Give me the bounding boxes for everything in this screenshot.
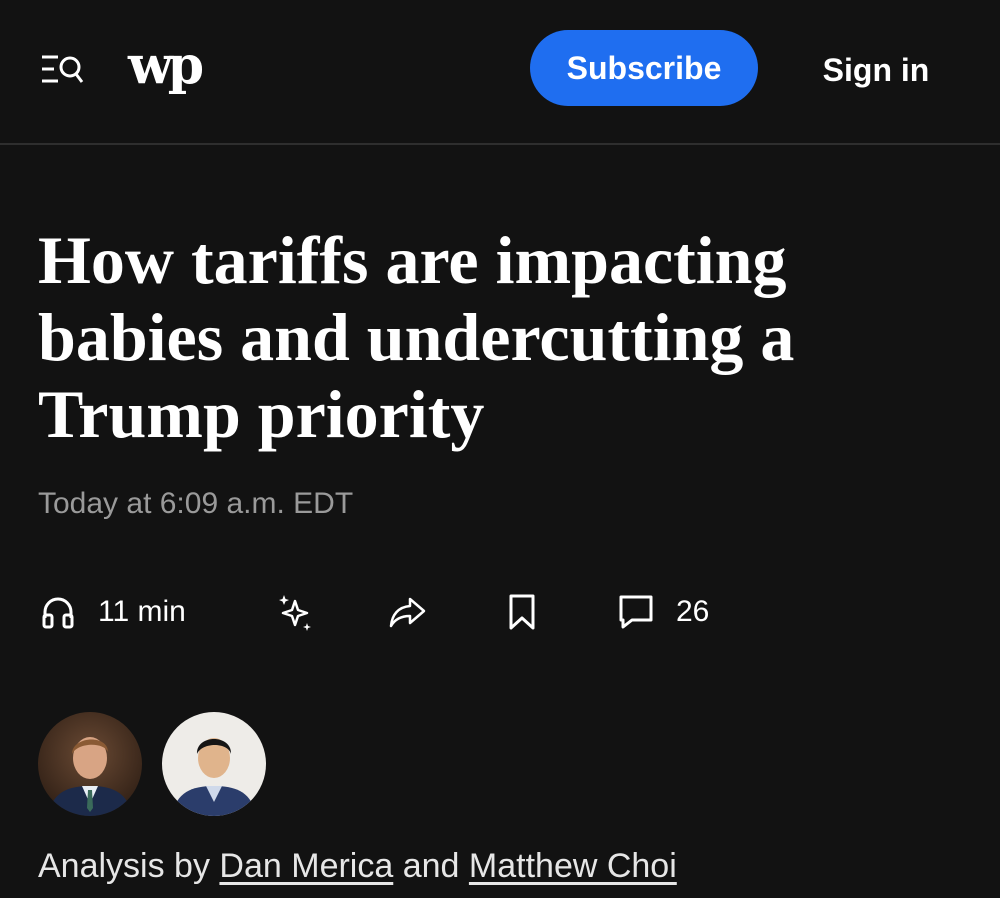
byline-prefix: Analysis by (38, 847, 210, 885)
sign-in-link[interactable]: Sign in (800, 40, 952, 100)
publish-timestamp: Today at 6:09 a.m. EDT (38, 487, 354, 520)
sparkle-icon (276, 593, 314, 631)
menu-search-icon[interactable] (40, 52, 86, 88)
summary-button[interactable] (276, 588, 314, 636)
site-logo[interactable]: wp (128, 36, 204, 96)
author-link-matthew-choi[interactable]: Matthew Choi (469, 847, 677, 885)
byline: Analysis by Dan Merica and Matthew Choi (38, 844, 677, 888)
listen-duration: 11 min (98, 595, 186, 628)
author-avatar-matthew-choi[interactable] (162, 712, 266, 816)
bookmark-icon (506, 593, 538, 631)
byline-conjunction: and (402, 847, 460, 885)
comment-icon (618, 593, 654, 631)
share-button[interactable] (388, 588, 428, 636)
share-icon (388, 593, 428, 631)
save-button[interactable] (506, 588, 538, 636)
top-nav-bar: wp Subscribe Sign in (0, 0, 1000, 145)
article-headline: How tariffs are impacting babies and und… (38, 222, 795, 452)
headphones-icon (40, 594, 76, 630)
article-toolbar: 11 min 26 (0, 580, 1000, 644)
author-avatar-dan-merica[interactable] (38, 712, 142, 816)
comments-count: 26 (676, 595, 710, 628)
subscribe-button[interactable]: Subscribe (530, 30, 758, 106)
comments-button[interactable]: 26 (618, 588, 709, 636)
author-link-dan-merica[interactable]: Dan Merica (219, 847, 393, 885)
listen-button[interactable]: 11 min (40, 588, 186, 636)
